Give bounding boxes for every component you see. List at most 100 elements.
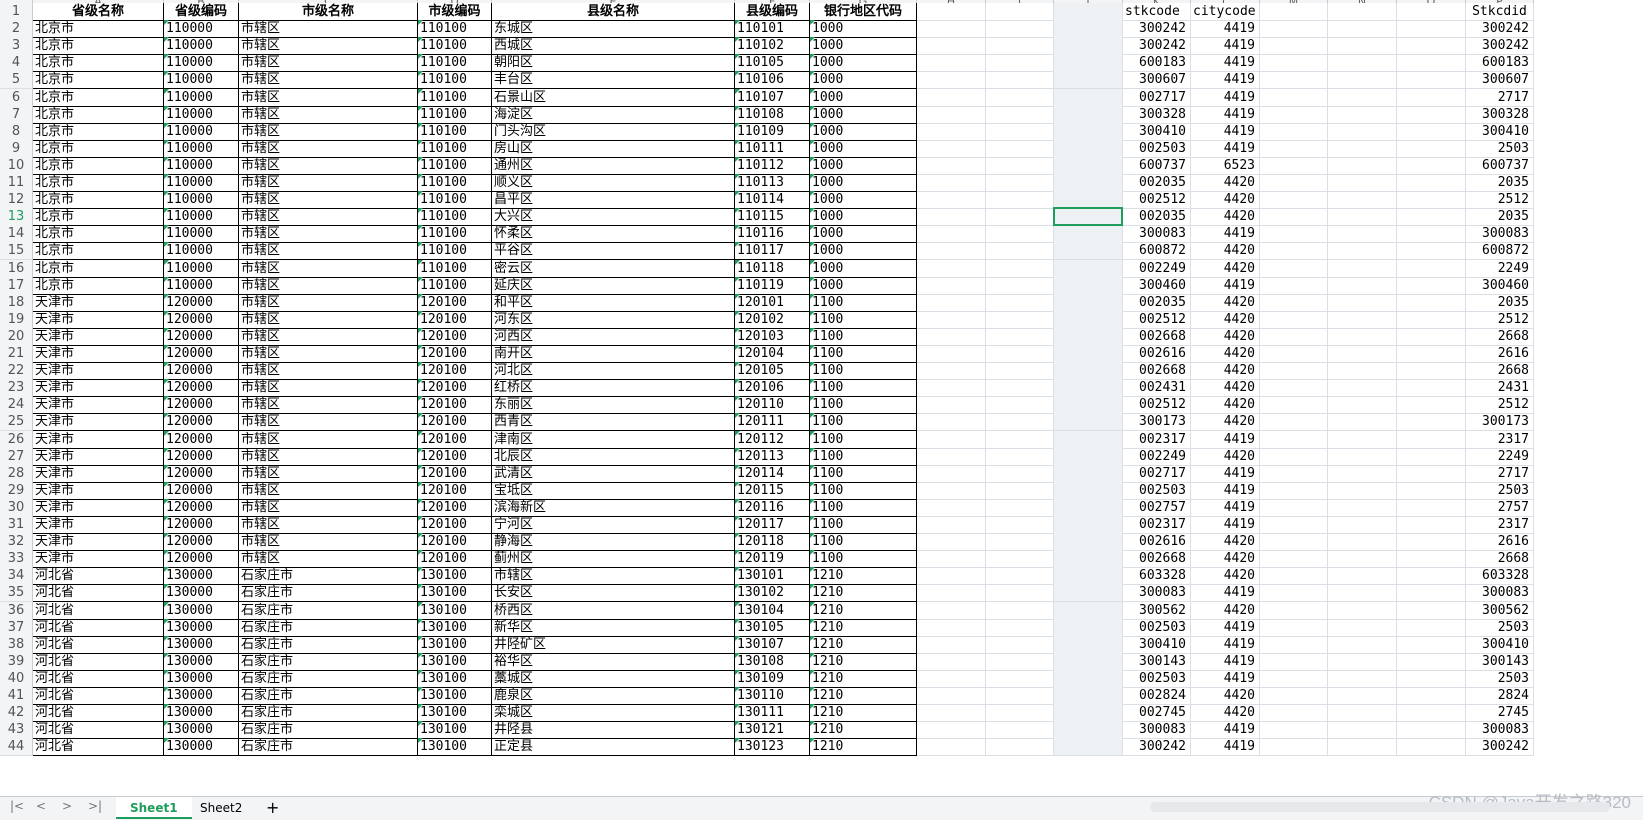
cell-I7[interactable] (986, 105, 1054, 124)
cell-J7[interactable] (1054, 105, 1123, 124)
cell-E30[interactable]: 滨海新区 (492, 498, 735, 517)
cell-M31[interactable] (1260, 516, 1328, 534)
cell-M28[interactable] (1260, 464, 1328, 483)
cell-N43[interactable] (1328, 721, 1397, 740)
cell-F41[interactable]: 130110 (735, 687, 810, 705)
cell-N9[interactable] (1328, 139, 1397, 158)
cell-I19[interactable] (986, 310, 1054, 329)
cell-B21[interactable]: 120000 (164, 345, 239, 363)
cell-A30[interactable]: 天津市 (33, 498, 164, 517)
row-header[interactable]: 29 (0, 481, 33, 500)
cell-J42[interactable] (1054, 704, 1123, 723)
cell-E1[interactable]: 县级名称 (492, 3, 735, 21)
cell-F17[interactable]: 110119 (735, 276, 810, 295)
cell-M23[interactable] (1260, 379, 1328, 398)
cell-G18[interactable]: 1100 (810, 293, 917, 312)
cell-O16[interactable] (1397, 259, 1466, 278)
cell-N22[interactable] (1328, 362, 1397, 381)
cell-I36[interactable] (986, 601, 1054, 620)
cell-P11[interactable]: 2035 (1466, 174, 1534, 192)
cell-M37[interactable] (1260, 618, 1328, 637)
cell-C18[interactable]: 市辖区 (239, 293, 418, 312)
cell-I24[interactable] (986, 396, 1054, 415)
row-header[interactable]: 27 (0, 447, 33, 466)
row-header[interactable]: 5 (0, 71, 33, 90)
cell-P10[interactable]: 600737 (1466, 156, 1534, 175)
cell-A10[interactable]: 北京市 (33, 156, 164, 175)
cell-F11[interactable]: 110113 (735, 174, 810, 192)
cell-M1[interactable] (1260, 3, 1328, 21)
cell-B38[interactable]: 130000 (164, 635, 239, 654)
cell-A29[interactable]: 天津市 (33, 481, 164, 500)
cell-J5[interactable] (1054, 71, 1123, 90)
cell-F9[interactable]: 110111 (735, 139, 810, 158)
cell-N25[interactable] (1328, 413, 1397, 432)
cell-E4[interactable]: 朝阳区 (492, 54, 735, 73)
cell-K18[interactable]: 002035 (1123, 293, 1191, 312)
cell-D19[interactable]: 120100 (418, 310, 492, 329)
cell-P27[interactable]: 2249 (1466, 447, 1534, 466)
cell-M6[interactable] (1260, 88, 1328, 107)
cell-E5[interactable]: 丰台区 (492, 71, 735, 90)
cell-H41[interactable] (917, 687, 986, 705)
row-header[interactable]: 42 (0, 704, 33, 723)
sheet-tab-sheet2[interactable]: Sheet2 (186, 797, 256, 819)
cell-D35[interactable]: 130100 (418, 584, 492, 603)
cell-M22[interactable] (1260, 362, 1328, 381)
cell-O27[interactable] (1397, 447, 1466, 466)
cell-D22[interactable]: 120100 (418, 362, 492, 381)
row-header[interactable]: 20 (0, 327, 33, 346)
cell-A9[interactable]: 北京市 (33, 139, 164, 158)
cell-H9[interactable] (917, 139, 986, 158)
cell-H13[interactable] (917, 208, 986, 227)
cell-J40[interactable] (1054, 669, 1123, 688)
row-header[interactable]: 10 (0, 156, 33, 175)
cell-J1[interactable] (1054, 3, 1123, 21)
cell-I5[interactable] (986, 71, 1054, 90)
row-header[interactable]: 13 (0, 208, 33, 227)
cell-L14[interactable]: 4419 (1191, 225, 1260, 244)
cell-M13[interactable] (1260, 208, 1328, 227)
cell-H44[interactable] (917, 738, 986, 757)
cell-M43[interactable] (1260, 721, 1328, 740)
cell-N21[interactable] (1328, 345, 1397, 363)
cell-K4[interactable]: 600183 (1123, 54, 1191, 73)
cell-H39[interactable] (917, 652, 986, 671)
cell-J9[interactable] (1054, 139, 1123, 158)
cell-C28[interactable]: 市辖区 (239, 464, 418, 483)
row-header[interactable]: 40 (0, 669, 33, 688)
cell-P44[interactable]: 300242 (1466, 738, 1534, 757)
cell-N28[interactable] (1328, 464, 1397, 483)
cell-A37[interactable]: 河北省 (33, 618, 164, 637)
cell-B13[interactable]: 110000 (164, 208, 239, 227)
cell-D28[interactable]: 120100 (418, 464, 492, 483)
cell-E3[interactable]: 西城区 (492, 37, 735, 56)
cell-M36[interactable] (1260, 601, 1328, 620)
cell-J2[interactable] (1054, 20, 1123, 39)
cell-A39[interactable]: 河北省 (33, 652, 164, 671)
cell-A27[interactable]: 天津市 (33, 447, 164, 466)
cell-K26[interactable]: 002317 (1123, 430, 1191, 449)
cell-P14[interactable]: 300083 (1466, 225, 1534, 244)
cell-L2[interactable]: 4419 (1191, 20, 1260, 39)
cell-O39[interactable] (1397, 652, 1466, 671)
cell-F14[interactable]: 110116 (735, 225, 810, 244)
cell-A21[interactable]: 天津市 (33, 345, 164, 363)
cell-P35[interactable]: 300083 (1466, 584, 1534, 603)
cell-D43[interactable]: 130100 (418, 721, 492, 740)
cell-A20[interactable]: 天津市 (33, 327, 164, 346)
cell-G5[interactable]: 1000 (810, 71, 917, 90)
cell-O21[interactable] (1397, 345, 1466, 363)
cell-B20[interactable]: 120000 (164, 327, 239, 346)
cell-C43[interactable]: 石家庄市 (239, 721, 418, 740)
cell-L4[interactable]: 4419 (1191, 54, 1260, 73)
cell-B15[interactable]: 110000 (164, 242, 239, 261)
cell-H12[interactable] (917, 191, 986, 210)
cell-O42[interactable] (1397, 704, 1466, 723)
cell-H20[interactable] (917, 327, 986, 346)
cell-D17[interactable]: 110100 (418, 276, 492, 295)
cell-A42[interactable]: 河北省 (33, 704, 164, 723)
cell-C20[interactable]: 市辖区 (239, 327, 418, 346)
cell-K2[interactable]: 300242 (1123, 20, 1191, 39)
cell-J6[interactable] (1054, 88, 1123, 107)
